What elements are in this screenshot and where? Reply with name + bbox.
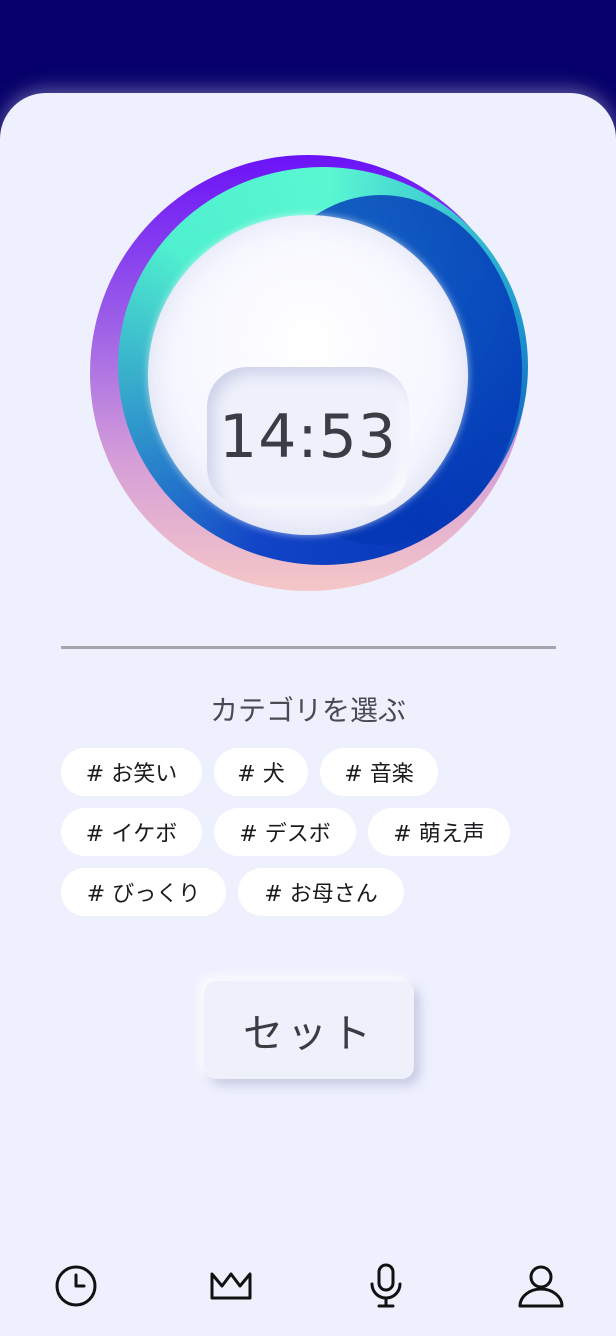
divider xyxy=(61,646,556,649)
time-text: 14:53 xyxy=(219,402,397,472)
category-title: カテゴリを選ぶ xyxy=(209,694,406,727)
crown-icon[interactable] xyxy=(207,1262,255,1310)
tag-owarai[interactable]: # お笑い xyxy=(61,748,202,796)
tag-ikebo[interactable]: # イケボ xyxy=(61,808,202,856)
tag-desubo[interactable]: # デスボ xyxy=(214,808,356,856)
clock-icon[interactable] xyxy=(52,1262,100,1310)
set-button[interactable]: セット xyxy=(204,981,414,1079)
tag-ongaku[interactable]: # 音楽 xyxy=(320,748,438,796)
tag-okaasan[interactable]: # お母さん xyxy=(238,868,404,916)
user-icon[interactable] xyxy=(517,1262,565,1310)
clock-dial: 14:53 xyxy=(90,155,528,591)
tag-moegoe[interactable]: # 萌え声 xyxy=(368,808,510,856)
tag-bikkuri[interactable]: # びっくり xyxy=(61,868,226,916)
time-display[interactable]: 14:53 xyxy=(207,367,409,507)
main-card: 14:53 カテゴリを選ぶ # お笑い # 犬 # 音楽 # イケボ # デスボ… xyxy=(0,93,616,1336)
tag-inu[interactable]: # 犬 xyxy=(214,748,308,796)
microphone-icon[interactable] xyxy=(362,1262,410,1310)
